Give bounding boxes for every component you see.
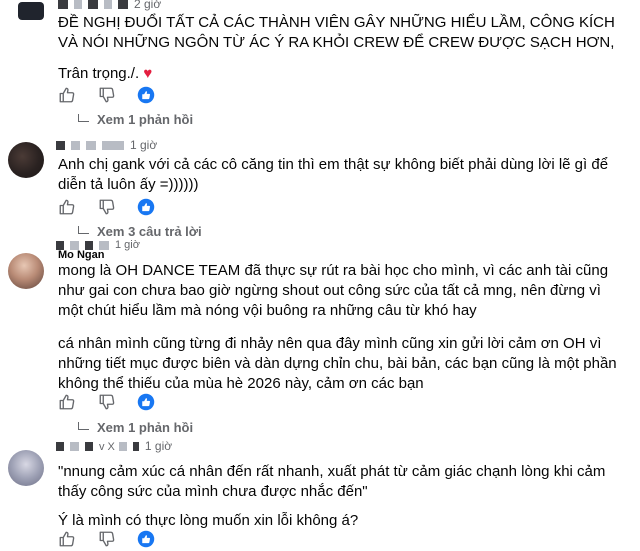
like-button[interactable]	[58, 198, 78, 218]
like-reaction-icon	[137, 530, 155, 548]
like-reaction-icon	[137, 393, 155, 411]
thumbs-down-icon	[99, 531, 115, 547]
comment-2: 1 giờ Anh chị gank với cả các cô căng ti…	[0, 135, 640, 245]
like-reaction-icon	[137, 86, 155, 104]
thumbs-down-icon	[99, 87, 115, 103]
avatar[interactable]	[18, 2, 44, 20]
comment-text: mong là OH DANCE TEAM đã thực sự rút ra …	[58, 261, 623, 394]
comment-paragraph: Anh chị gank với cả các cô căng tin thì …	[58, 156, 609, 193]
like-button[interactable]	[58, 86, 78, 106]
comment-paragraph: Trân trọng./. ♥	[58, 65, 153, 82]
like-reaction-icon	[137, 198, 155, 216]
reply-branch-icon	[78, 114, 89, 122]
comment-text: Anh chị gank với cả các cô căng tin thì …	[58, 155, 618, 195]
thumbs-up-icon	[59, 87, 75, 103]
reaction-badge[interactable]	[137, 530, 157, 550]
dislike-button[interactable]	[98, 393, 118, 413]
reaction-badge[interactable]	[137, 86, 157, 106]
comment-time[interactable]: 1 giờ	[130, 138, 157, 152]
reply-branch-icon	[78, 226, 89, 234]
comment-meta: v X 1 giờ	[56, 439, 172, 453]
view-replies-link[interactable]: Xem 1 phản hồi	[78, 420, 193, 435]
comment-meta: 2 giờ	[58, 0, 161, 11]
dislike-button[interactable]	[98, 86, 118, 106]
comment-paragraph: Ý là mình có thực lòng muốn xin lỗi khôn…	[58, 512, 359, 529]
comment-1: 2 giờ ĐỀ NGHỊ ĐUỔI TẤT CẢ CÁC THÀNH VIÊN…	[0, 0, 640, 135]
comment-text: ĐỀ NGHỊ ĐUỔI TẤT CẢ CÁC THÀNH VIÊN GÂY N…	[58, 13, 628, 84]
avatar[interactable]	[8, 450, 44, 486]
comment-paragraph: "nnung cảm xúc cá nhân đến rất nhanh, xu…	[58, 463, 606, 500]
comment-actions	[58, 530, 178, 550]
comment-actions	[58, 86, 178, 106]
avatar[interactable]	[8, 253, 44, 289]
comment-time[interactable]: 1 giờ	[115, 239, 140, 251]
view-replies-link[interactable]: Xem 1 phản hồi	[78, 112, 193, 127]
dislike-button[interactable]	[98, 198, 118, 218]
heart-emoji: ♥	[143, 65, 153, 82]
thumbs-up-icon	[59, 531, 75, 547]
author-name[interactable]: Mo Ngan	[58, 247, 104, 261]
comment-time[interactable]: 1 giờ	[145, 439, 172, 453]
reply-branch-icon	[78, 422, 89, 430]
dislike-button[interactable]	[98, 530, 118, 550]
thumbs-down-icon	[99, 394, 115, 410]
like-button[interactable]	[58, 530, 78, 550]
view-replies-link[interactable]: Xem 3 câu trả lời	[78, 224, 202, 239]
comment-meta: 1 giờ	[56, 138, 157, 152]
comment-text: "nnung cảm xúc cá nhân đến rất nhanh, xu…	[58, 462, 623, 531]
comment-time[interactable]: 2 giờ	[134, 0, 161, 11]
comment-3: 1 giờ Mo Ngan mong là OH DANCE TEAM đã t…	[0, 239, 640, 442]
author-name[interactable]: v X	[99, 441, 115, 453]
comment-4: v X 1 giờ "nnung cảm xúc cá nhân đến rất …	[0, 439, 640, 551]
comment-paragraph: ĐỀ NGHỊ ĐUỔI TẤT CẢ CÁC THÀNH VIÊN GÂY N…	[58, 14, 615, 51]
thumbs-up-icon	[59, 394, 75, 410]
comment-paragraph: mong là OH DANCE TEAM đã thực sự rút ra …	[58, 262, 609, 319]
avatar[interactable]	[8, 142, 44, 178]
comment-paragraph: cá nhân mình cũng từng đi nhảy nên qua đ…	[58, 335, 617, 392]
comment-actions	[58, 198, 178, 218]
comment-actions	[58, 393, 178, 413]
reaction-badge[interactable]	[137, 198, 157, 218]
thumbs-down-icon	[99, 199, 115, 215]
like-button[interactable]	[58, 393, 78, 413]
reaction-badge[interactable]	[137, 393, 157, 413]
thumbs-up-icon	[59, 199, 75, 215]
